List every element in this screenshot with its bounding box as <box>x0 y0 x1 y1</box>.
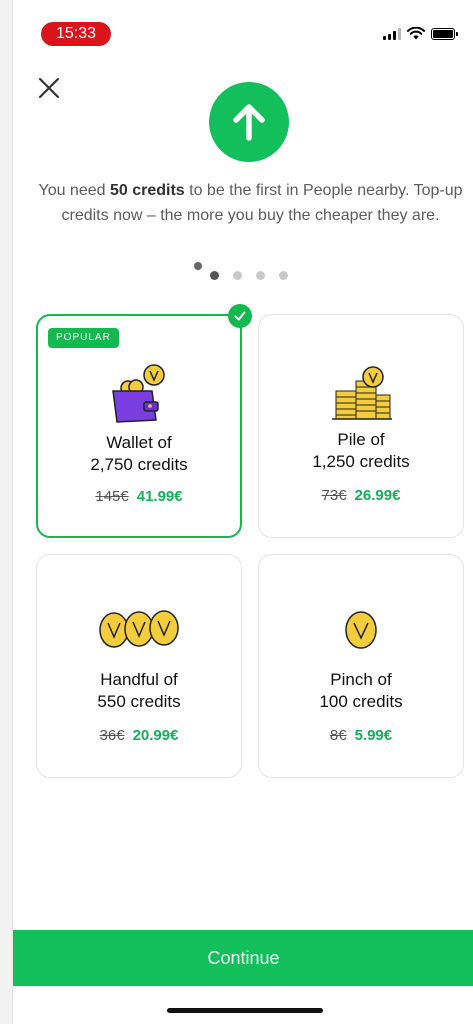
battery-icon <box>431 27 458 40</box>
pager-dots[interactable] <box>13 262 473 284</box>
package-prices: 36€ 20.99€ <box>37 727 241 744</box>
package-title: Pinch of 100 credits <box>319 670 403 711</box>
old-price: 73€ <box>321 487 347 504</box>
continue-button[interactable]: Continue <box>13 930 473 986</box>
package-card-pinch[interactable]: Pinch of 100 credits 8€ 5.99€ <box>258 554 464 778</box>
package-card-handful[interactable]: Handful of 550 credits 36€ 20.99€ <box>36 554 242 778</box>
screen: 15:33 You need 50 credits to be the firs… <box>12 0 473 1024</box>
new-price: 26.99€ <box>354 487 401 504</box>
pager-dot[interactable] <box>279 271 288 280</box>
new-price: 41.99€ <box>136 488 183 505</box>
package-card-wallet[interactable]: POPULAR Wallet of 2,750 credits 145€ 41.9… <box>36 304 252 538</box>
home-indicator[interactable] <box>167 1008 323 1013</box>
new-price: 5.99€ <box>354 727 393 744</box>
boost-badge <box>209 82 289 162</box>
old-price: 36€ <box>99 727 125 744</box>
checkmark-icon <box>228 304 252 328</box>
package-prices: 145€ 41.99€ <box>38 488 240 505</box>
pager-dot[interactable] <box>233 271 242 280</box>
wifi-icon <box>407 27 425 40</box>
status-time: 15:33 <box>41 22 111 46</box>
pager-dot[interactable] <box>256 271 265 280</box>
coin-pile-icon <box>259 365 463 430</box>
coin-icon <box>259 609 463 656</box>
pager-dot[interactable] <box>194 262 202 270</box>
package-title: Handful of 550 credits <box>97 670 181 711</box>
coin-handful-icon <box>37 607 241 656</box>
package-title: Wallet of 2,750 credits <box>90 433 188 474</box>
arrow-up-icon <box>233 104 265 141</box>
wallet-icon <box>38 360 240 431</box>
status-icons <box>383 27 458 40</box>
new-price: 20.99€ <box>132 727 179 744</box>
package-prices: 73€ 26.99€ <box>259 487 463 504</box>
popular-badge: POPULAR <box>48 328 119 348</box>
close-icon[interactable] <box>35 74 63 102</box>
pager-dot-active[interactable] <box>210 271 219 280</box>
package-prices: 8€ 5.99€ <box>259 727 463 744</box>
credits-message: You need 50 credits to be the first in P… <box>38 182 463 224</box>
signal-icon <box>383 27 401 40</box>
old-price: 8€ <box>329 727 347 744</box>
old-price: 145€ <box>95 488 129 505</box>
package-card-pile[interactable]: Pile of 1,250 credits 73€ 26.99€ <box>258 314 464 538</box>
package-title: Pile of 1,250 credits <box>312 430 410 471</box>
credits-amount: 50 credits <box>109 182 185 199</box>
